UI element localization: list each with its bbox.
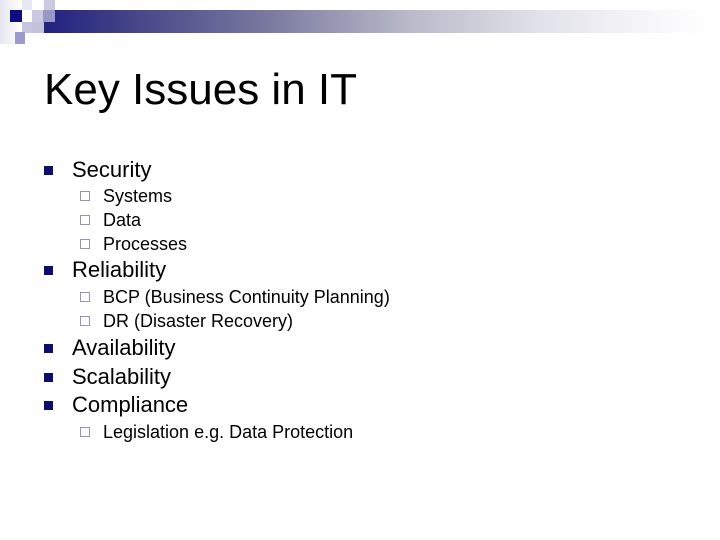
list-item-label: Reliability [72, 257, 167, 282]
square-bullet-icon [44, 401, 53, 410]
square-bullet-icon [44, 166, 53, 175]
decor-square [44, 0, 55, 10]
sub-list-item-label: Processes [103, 234, 188, 254]
decor-square [22, 0, 32, 10]
hollow-square-bullet-icon [80, 215, 90, 225]
slide-title: Key Issues in IT [44, 65, 358, 114]
sub-list-item-label: DR (Disaster Recovery) [103, 311, 294, 331]
sub-list-item-label: Data [103, 210, 142, 230]
decor-square [10, 10, 22, 22]
list-item-label: Security [72, 157, 152, 182]
hollow-square-bullet-icon [80, 292, 90, 302]
hollow-square-bullet-icon [80, 316, 90, 326]
hollow-square-bullet-icon [80, 239, 90, 249]
square-bullet-icon [44, 266, 53, 275]
square-bullet-icon [44, 373, 53, 382]
list-item-label: Compliance [72, 392, 189, 417]
decor-square [15, 32, 25, 44]
square-bullet-icon [44, 344, 53, 353]
decor-square [32, 22, 44, 33]
sub-list-item-label: Systems [103, 186, 173, 206]
decor-square [43, 10, 55, 22]
header-gradient-bar [32, 10, 712, 33]
hollow-square-bullet-icon [80, 191, 90, 201]
sub-list-item-label: Legislation e.g. Data Protection [103, 422, 354, 442]
list-item-label: Availability [72, 335, 176, 360]
list-item-label: Scalability [72, 364, 172, 389]
sub-list-item-label: BCP (Business Continuity Planning) [103, 287, 390, 307]
hollow-square-bullet-icon [80, 427, 90, 437]
